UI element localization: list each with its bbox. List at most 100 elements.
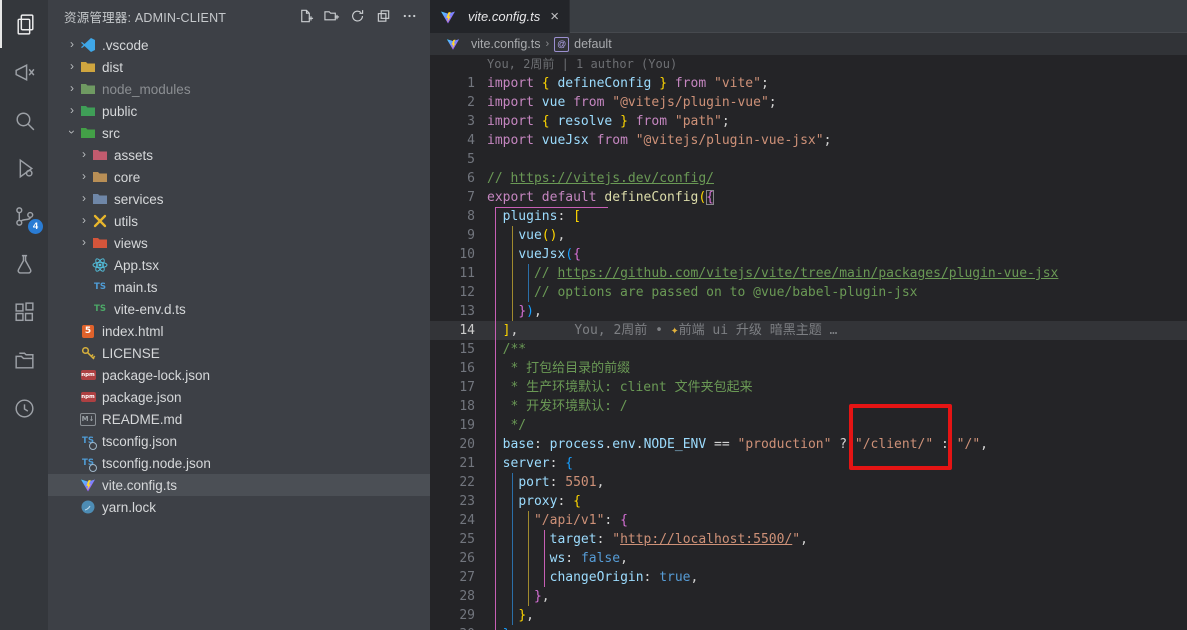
line-number: 28 — [430, 587, 475, 606]
code-line-1[interactable]: 1import { defineConfig } from "vite"; — [430, 74, 1187, 93]
tree-item-services[interactable]: ›services — [48, 188, 430, 210]
tree-item-dist[interactable]: ›dist — [48, 56, 430, 78]
code-line-19[interactable]: 19 */ — [430, 416, 1187, 435]
tree-item-node_modules[interactable]: ›node_modules — [48, 78, 430, 100]
activity-item-search[interactable] — [0, 96, 48, 144]
tree-item-package.json[interactable]: npmpackage.json — [48, 386, 430, 408]
indent-guide — [528, 264, 529, 302]
file-tree: ›.vscode›dist›node_modules›public›src›as… — [48, 34, 430, 518]
code-line-23[interactable]: 23 proxy: { — [430, 492, 1187, 511]
tree-item-label: assets — [114, 148, 153, 163]
code-line-10[interactable]: 10 vueJsx({ — [430, 245, 1187, 264]
activity-item-extensions[interactable] — [0, 288, 48, 336]
tree-item-src[interactable]: ›src — [48, 122, 430, 144]
gutter-spacer — [475, 150, 487, 169]
activity-item-explorer[interactable] — [0, 0, 48, 48]
gutter-spacer — [475, 131, 487, 150]
code-text: vueJsx({ — [487, 245, 581, 264]
tree-item-index.html[interactable]: 5index.html — [48, 320, 430, 342]
code-line-16[interactable]: 16 * 打包给目录的前缀 — [430, 359, 1187, 378]
indent-guide — [528, 511, 529, 606]
activity-item-testing[interactable] — [0, 240, 48, 288]
tree-item-tsconfig.json[interactable]: TStsconfig.json — [48, 430, 430, 452]
search-icon — [12, 108, 37, 133]
indent-guide — [544, 530, 545, 587]
tree-item-assets[interactable]: ›assets — [48, 144, 430, 166]
code-line-21[interactable]: 21 server: { — [430, 454, 1187, 473]
code-line-15[interactable]: 15 /** — [430, 340, 1187, 359]
tree-item-label: README.md — [102, 412, 182, 427]
code-line-17[interactable]: 17 * 生产环境默认: client 文件夹包起来 — [430, 378, 1187, 397]
tree-item-LICENSE[interactable]: LICENSE — [48, 342, 430, 364]
code-line-18[interactable]: 18 * 开发环境默认: / — [430, 397, 1187, 416]
chevron-icon: › — [76, 213, 92, 227]
chevron-icon: › — [65, 124, 79, 140]
code-text: import { defineConfig } from "vite"; — [487, 74, 769, 93]
activity-item-megaphone[interactable] — [0, 48, 48, 96]
tree-item-utils[interactable]: ›utils — [48, 210, 430, 232]
code-line-14[interactable]: 14 ],You, 2周前 • ✦前端 ui 升级 暗黑主题 … — [430, 321, 1187, 340]
code-line-4[interactable]: 4import vueJsx from "@vitejs/plugin-vue-… — [430, 131, 1187, 150]
file-manager-icon — [12, 348, 37, 373]
code-line-30[interactable]: 30 }, — [430, 625, 1187, 630]
tree-item-vite.config.ts[interactable]: vite.config.ts — [48, 474, 430, 496]
code-line-2[interactable]: 2import vue from "@vitejs/plugin-vue"; — [430, 93, 1187, 112]
collapse-all-button[interactable] — [372, 4, 396, 28]
code-editor[interactable]: You, 2周前 | 1 author (You) 1import { defi… — [430, 55, 1187, 630]
activity-item-run-debug[interactable] — [0, 144, 48, 192]
line-number: 5 — [430, 150, 475, 169]
code-line-9[interactable]: 9 vue(), — [430, 226, 1187, 245]
gutter-spacer — [475, 378, 487, 397]
tree-item-App.tsx[interactable]: App.tsx — [48, 254, 430, 276]
tree-item-package-lock.json[interactable]: npmpackage-lock.json — [48, 364, 430, 386]
code-line-3[interactable]: 3import { resolve } from "path"; — [430, 112, 1187, 131]
close-icon[interactable]: × — [550, 9, 559, 24]
activity-item-source-control[interactable]: 4 — [0, 192, 48, 240]
code-text: import { resolve } from "path"; — [487, 112, 730, 131]
line-number: 27 — [430, 568, 475, 587]
tree-item-core[interactable]: ›core — [48, 166, 430, 188]
line-number: 23 — [430, 492, 475, 511]
code-text: // https://github.com/vitejs/vite/tree/m… — [487, 264, 1058, 283]
breadcrumb-symbol[interactable]: default — [574, 37, 612, 51]
activity-item-file-manager[interactable] — [0, 336, 48, 384]
tree-item-README.md[interactable]: M↓README.md — [48, 408, 430, 430]
line-number: 25 — [430, 530, 475, 549]
code-text: ws: false, — [487, 549, 628, 568]
code-text: import vue from "@vitejs/plugin-vue"; — [487, 93, 777, 112]
activity-item-clock[interactable] — [0, 384, 48, 432]
new-folder-button[interactable] — [320, 4, 344, 28]
npm-icon: npm — [80, 367, 96, 383]
tree-item-main.ts[interactable]: TSmain.ts — [48, 276, 430, 298]
code-line-12[interactable]: 12 // options are passed on to @vue/babe… — [430, 283, 1187, 302]
tree-item-public[interactable]: ›public — [48, 100, 430, 122]
code-line-20[interactable]: 20 base: process.env.NODE_ENV == "produc… — [430, 435, 1187, 454]
code-line-29[interactable]: 29 }, — [430, 606, 1187, 625]
code-line-22[interactable]: 22 port: 5501, — [430, 473, 1187, 492]
code-line-13[interactable]: 13 }), — [430, 302, 1187, 321]
code-line-24[interactable]: 24 "/api/v1": { — [430, 511, 1187, 530]
code-line-7[interactable]: 7export default defineConfig({ — [430, 188, 1187, 207]
new-file-button[interactable] — [294, 4, 318, 28]
tab-vite-config[interactable]: vite.config.ts × — [430, 0, 570, 33]
tab-label: vite.config.ts — [468, 9, 540, 24]
tree-item-vite-env.d.ts[interactable]: TSvite-env.d.ts — [48, 298, 430, 320]
code-text: // https://vitejs.dev/config/ — [487, 169, 714, 188]
breadcrumb-file[interactable]: vite.config.ts — [471, 37, 540, 51]
tree-item-yarn.lock[interactable]: yarn.lock — [48, 496, 430, 518]
tree-item-tsconfig.node.json[interactable]: TStsconfig.node.json — [48, 452, 430, 474]
yarn-icon — [80, 499, 96, 515]
tree-item-label: .vscode — [102, 38, 149, 53]
ts-green-icon: TS — [92, 301, 108, 317]
code-line-6[interactable]: 6// https://vitejs.dev/config/ — [430, 169, 1187, 188]
vite-icon — [446, 37, 460, 51]
code-line-28[interactable]: 28 }, — [430, 587, 1187, 606]
tree-item-.vscode[interactable]: ›.vscode — [48, 34, 430, 56]
tree-item-views[interactable]: ›views — [48, 232, 430, 254]
more-button[interactable] — [398, 4, 422, 28]
code-text: export default defineConfig({ — [487, 188, 714, 207]
code-line-11[interactable]: 11 // https://github.com/vitejs/vite/tre… — [430, 264, 1187, 283]
code-line-5[interactable]: 5 — [430, 150, 1187, 169]
code-line-8[interactable]: 8 plugins: [ — [430, 207, 1187, 226]
refresh-button[interactable] — [346, 4, 370, 28]
